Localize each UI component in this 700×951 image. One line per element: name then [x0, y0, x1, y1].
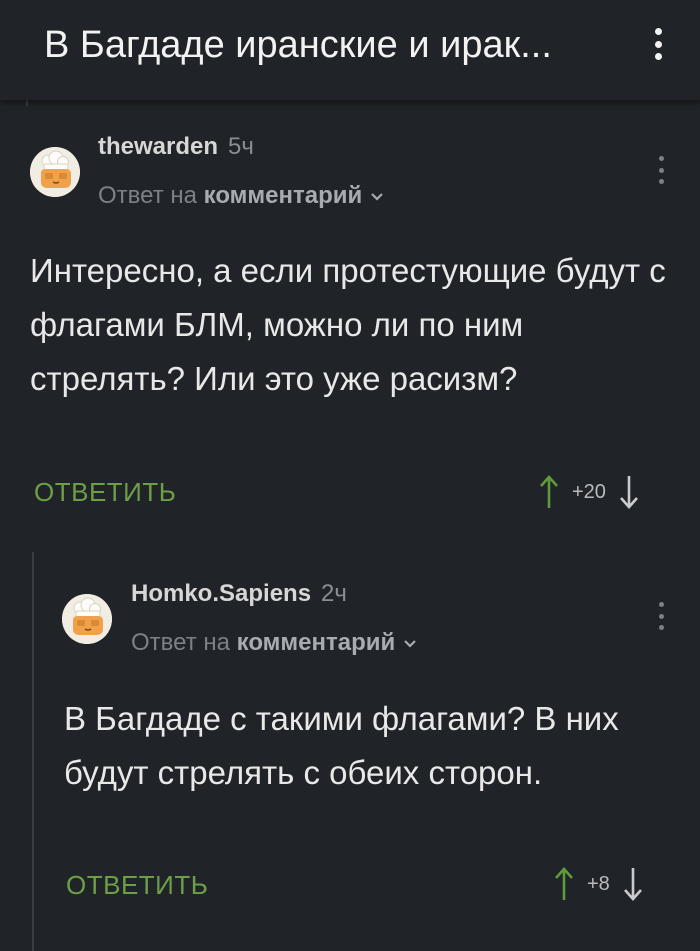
reply-to-link[interactable]: Ответ на комментарий: [131, 629, 417, 657]
comment-time: 2ч: [321, 580, 347, 607]
arrow-down-icon[interactable]: [622, 866, 644, 902]
more-options-icon[interactable]: [653, 28, 663, 60]
chef-hat-avatar-icon: [62, 594, 112, 644]
vote-controls: +8: [553, 866, 644, 902]
comment-reply: Homko.Sapiens 2ч Ответ на комментарий В Б…: [0, 0, 700, 951]
comment-text: В Багдаде с такими флагами? В них будут …: [64, 700, 619, 791]
reply-button[interactable]: ОТВЕТИТЬ: [66, 870, 208, 901]
avatar[interactable]: [62, 594, 112, 644]
chevron-down-icon: [404, 639, 417, 648]
post-title: В Багдаде иранские и ирак...: [44, 24, 552, 66]
top-app-bar: В Багдаде иранские и ирак...: [0, 0, 700, 100]
arrow-up-icon[interactable]: [553, 866, 575, 902]
comment-menu-icon[interactable]: [656, 602, 666, 630]
comment-score: +8: [587, 872, 610, 895]
comment-author[interactable]: Homko.Sapiens 2ч: [131, 580, 347, 608]
